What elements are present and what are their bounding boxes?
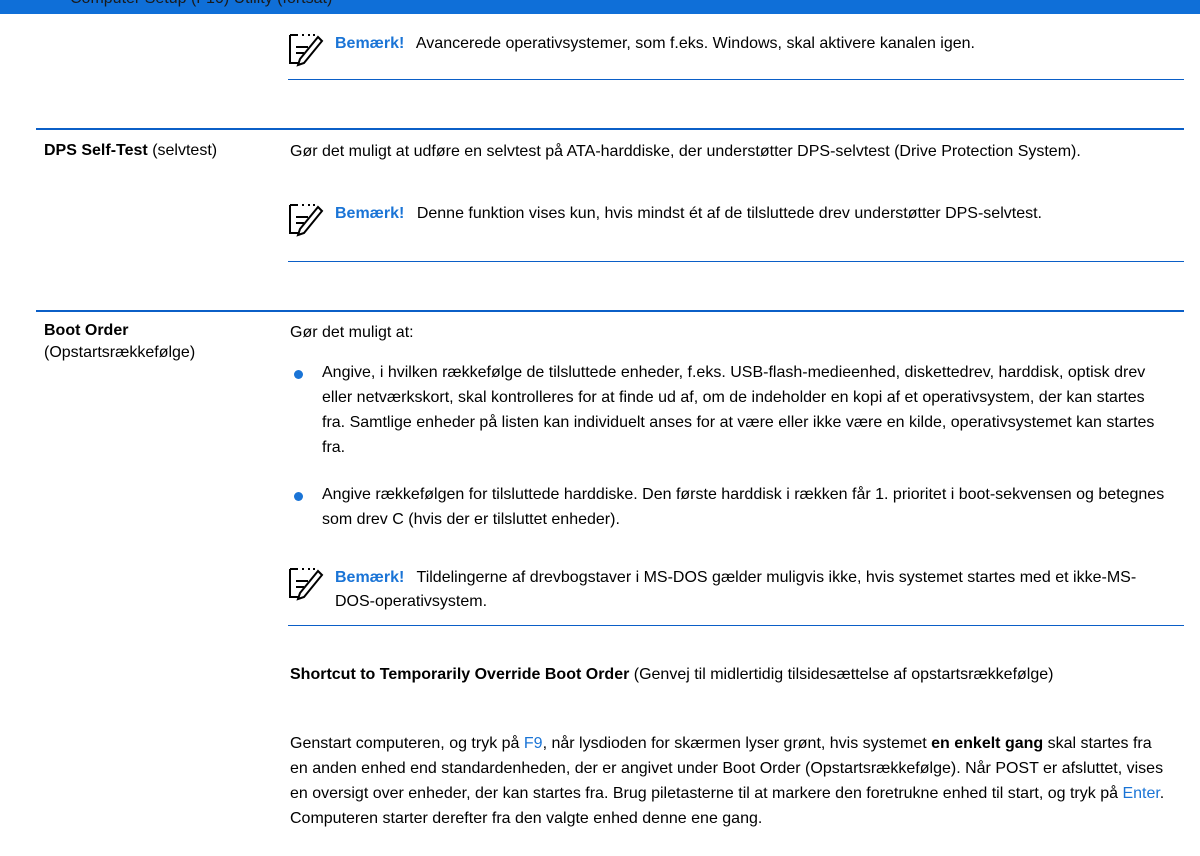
bullet-icon	[294, 492, 303, 501]
note-divider	[288, 625, 1184, 626]
row-label-boot-order: Boot Order (Opstartsrækkefølge)	[44, 320, 195, 364]
shortcut-description: Genstart computeren, og tryk på F9, når …	[290, 731, 1172, 831]
row-label-extra: (Opstartsrækkefølge)	[44, 344, 196, 361]
shortcut-title: Shortcut to Temporarily Override Boot Or…	[290, 666, 630, 683]
key-enter-link[interactable]: Enter	[1122, 785, 1159, 802]
text-run: Genstart computeren, og tryk på	[290, 735, 524, 752]
row-divider	[36, 310, 1184, 312]
note-body: Bemærk! Tildelingerne af drevbogstaver i…	[335, 566, 1175, 614]
note-text: Tildelingerne af drevbogstaver i MS-DOS …	[335, 569, 1137, 610]
note-text: Denne funktion vises kun, hvis mindst ét…	[416, 205, 1042, 222]
key-f9-link[interactable]: F9	[524, 735, 543, 752]
shortcut-subtitle: (Genvej til midlertidig tilsidesættelse …	[629, 666, 1054, 683]
note-icon	[289, 34, 324, 67]
row-label-extra: (selvtest)	[152, 142, 218, 159]
note-label: Bemærk!	[335, 35, 405, 52]
text-run: , når lysdioden for skærmen lyser grønt,…	[542, 735, 932, 752]
note-icon	[289, 568, 324, 601]
note-text: Avancerede operativsystemer, som f.eks. …	[415, 35, 975, 52]
note-label: Bemærk!	[335, 205, 405, 222]
bullet-icon	[294, 370, 303, 379]
note-label: Bemærk!	[335, 569, 405, 586]
header-band: Computer Setup (F10) Utility (fortsat)	[0, 0, 1200, 14]
row-label-dps: DPS Self-Test (selvtest)	[44, 140, 217, 162]
emphasis-text: en enkelt gang	[931, 735, 1044, 752]
running-title: Computer Setup (F10) Utility (fortsat)	[70, 0, 332, 8]
note-body: Bemærk! Denne funktion vises kun, hvis m…	[335, 202, 1175, 226]
row-label-bold: Boot Order	[44, 322, 129, 339]
note-icon	[289, 204, 324, 237]
note-body: Bemærk! Avancerede operativsystemer, som…	[335, 32, 1185, 56]
note-divider	[288, 79, 1184, 80]
boot-bullet: Angive rækkefølgen for tilsluttede hardd…	[322, 486, 1165, 528]
shortcut-heading: Shortcut to Temporarily Override Boot Or…	[290, 662, 1172, 687]
note-divider	[288, 261, 1184, 262]
row-label-bold: DPS Self-Test	[44, 142, 148, 159]
boot-bullet: Angive, i hvilken rækkefølge de tilslutt…	[322, 364, 1155, 456]
row-divider	[36, 128, 1184, 130]
boot-intro: Gør det muligt at:	[290, 324, 414, 341]
dps-description: Gør det muligt at udføre en selvtest på …	[290, 143, 1081, 160]
